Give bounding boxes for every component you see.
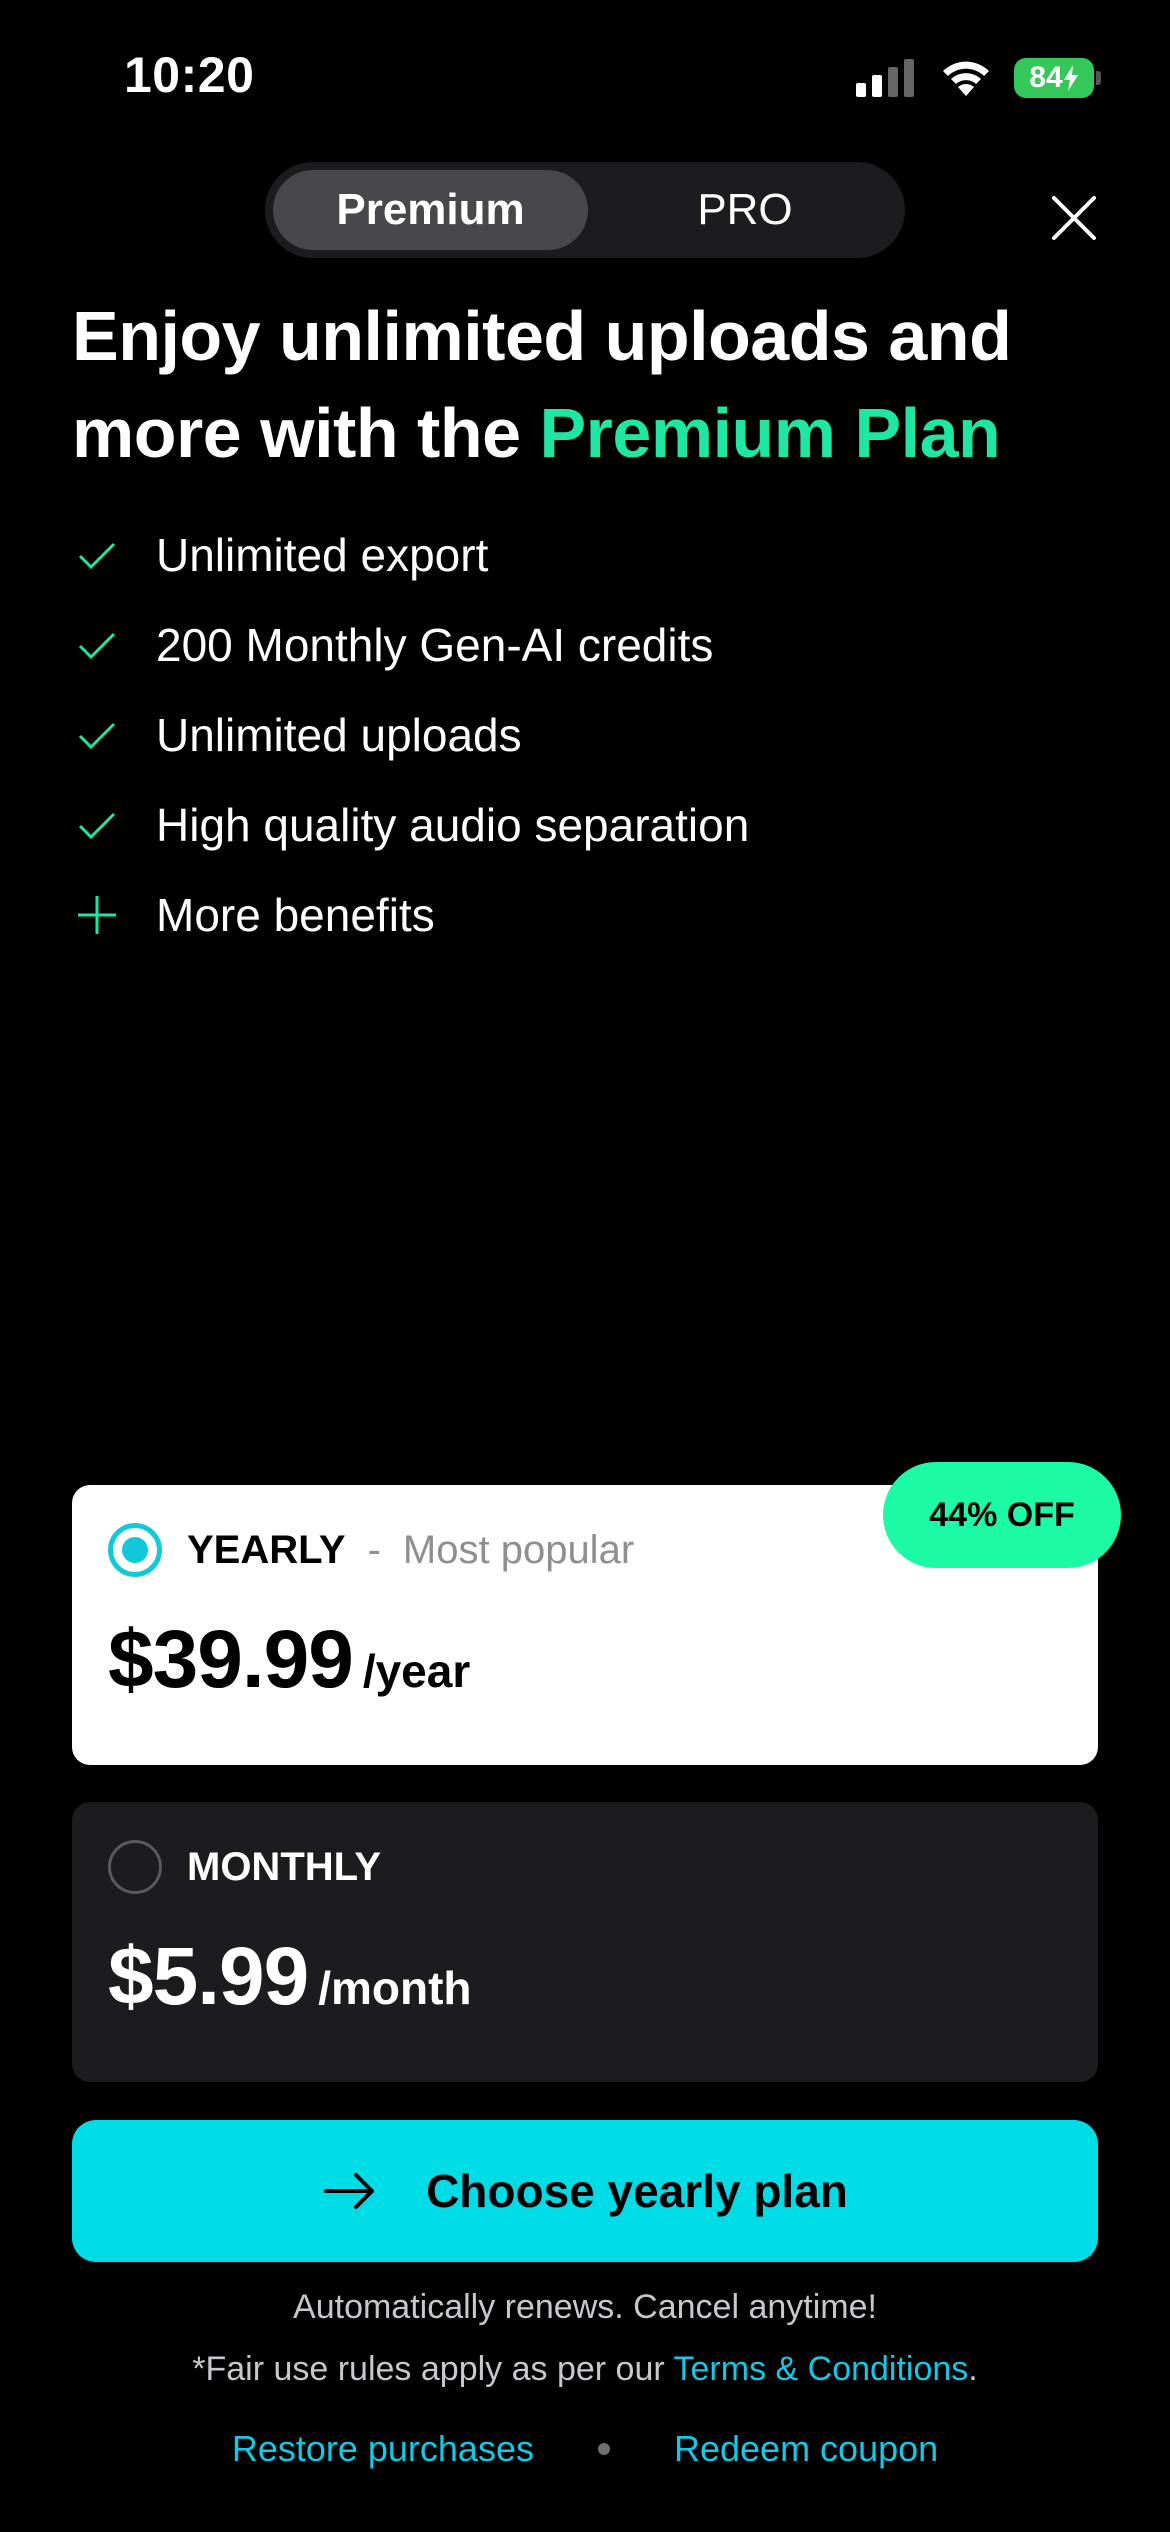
- benefit-label: Unlimited uploads: [156, 709, 522, 761]
- footer-separator-dot: [597, 2443, 610, 2455]
- fair-use-note: *Fair use rules apply as per our Terms &…: [0, 2350, 1170, 2389]
- status-bar: 10:20 84: [0, 0, 1170, 150]
- benefit-item: High quality audio separation: [72, 780, 1072, 870]
- benefit-item: Unlimited export: [72, 510, 1072, 600]
- cta-label: Choose yearly plan: [426, 2165, 848, 2217]
- charging-bolt-icon: [1063, 65, 1078, 91]
- plan-card-monthly[interactable]: MONTHLY $5.99 /month: [72, 1802, 1098, 2082]
- battery-level: 84: [1029, 61, 1063, 94]
- benefit-label: Unlimited export: [156, 529, 489, 581]
- check-icon: [78, 812, 116, 840]
- close-icon[interactable]: [1048, 192, 1100, 244]
- check-icon: [78, 542, 116, 570]
- check-icon: [78, 722, 116, 750]
- plus-icon: [78, 896, 116, 934]
- battery-charging-icon: 84: [1014, 58, 1101, 98]
- terms-link[interactable]: Terms & Conditions: [674, 2350, 969, 2388]
- benefits-list: Unlimited export 200 Monthly Gen-AI cred…: [72, 510, 1072, 960]
- choose-plan-button[interactable]: Choose yearly plan: [72, 2120, 1098, 2262]
- plan-name: MONTHLY: [187, 1844, 382, 1889]
- plan-price: $39.99 /year: [108, 1613, 470, 1707]
- price-amount: $39.99: [108, 1614, 354, 1705]
- page-title: Enjoy unlimited uploads and more with th…: [72, 288, 1112, 482]
- price-period: /year: [362, 1645, 471, 1697]
- footer-links: Restore purchases Redeem coupon: [0, 2428, 1170, 2470]
- plan-name-row: MONTHLY: [187, 1840, 381, 1894]
- status-icons: 84: [856, 58, 1101, 98]
- plan-type-toggle: Premium PRO: [265, 162, 905, 258]
- benefit-item: 200 Monthly Gen-AI credits: [72, 600, 1072, 690]
- fair-use-suffix: .: [968, 2350, 978, 2388]
- benefit-label: More benefits: [156, 889, 435, 941]
- arrow-right-icon: [324, 2173, 375, 2209]
- check-icon: [78, 632, 116, 660]
- wifi-icon: [943, 61, 989, 96]
- benefit-label: 200 Monthly Gen-AI credits: [156, 619, 714, 671]
- plan-name: YEARLY: [187, 1527, 346, 1572]
- benefit-item: Unlimited uploads: [72, 690, 1072, 780]
- plan-subtitle: Most popular: [402, 1527, 635, 1572]
- plan-separator: -: [367, 1527, 381, 1572]
- tab-premium[interactable]: Premium: [273, 170, 588, 250]
- price-amount: $5.99: [108, 1931, 309, 2022]
- redeem-coupon-link[interactable]: Redeem coupon: [674, 2428, 938, 2470]
- status-time: 10:20: [124, 47, 255, 103]
- radio-selected[interactable]: [108, 1523, 162, 1577]
- signal-icon: [856, 59, 918, 97]
- plan-name-row: YEARLY - Most popular: [187, 1523, 634, 1577]
- headline-accent: Premium Plan: [539, 394, 1001, 472]
- plan-price: $5.99 /month: [108, 1930, 472, 2024]
- fair-use-text: *Fair use rules apply as per our: [192, 2350, 674, 2388]
- more-benefits-button[interactable]: More benefits: [72, 870, 1072, 960]
- price-period: /month: [318, 1962, 472, 2014]
- restore-purchases-link[interactable]: Restore purchases: [232, 2428, 534, 2470]
- benefit-label: High quality audio separation: [156, 799, 750, 851]
- tab-pro[interactable]: PRO: [595, 170, 895, 250]
- radio-unselected[interactable]: [108, 1840, 162, 1894]
- renew-note: Automatically renews. Cancel anytime!: [293, 2288, 877, 2326]
- discount-badge: 44% OFF: [883, 1462, 1121, 1568]
